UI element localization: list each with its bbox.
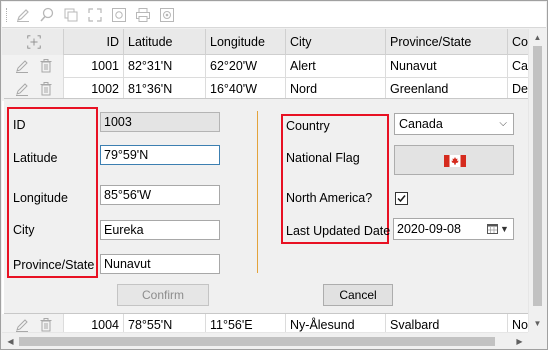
cell-id[interactable]: 1001 — [64, 55, 124, 78]
add-row-icon[interactable] — [26, 34, 42, 50]
delete-row-icon[interactable] — [38, 58, 54, 74]
horizontal-scroll-thumb[interactable] — [19, 337, 495, 346]
national-flag-button[interactable] — [394, 145, 514, 175]
scroll-left-icon[interactable]: ◀ — [2, 333, 19, 349]
column-header-id[interactable]: ID — [64, 29, 124, 55]
edit-form: ID 1003 Latitude 79°59'N Longitude 85°56… — [4, 98, 528, 314]
column-header-province[interactable]: Province/State — [386, 29, 508, 55]
label-latitude: Latitude — [13, 151, 58, 165]
chevron-down-icon: ⌵ — [499, 118, 507, 129]
scroll-right-icon[interactable]: ▶ — [511, 333, 528, 349]
label-north-america: North America? — [286, 191, 373, 205]
label-country: Country — [286, 119, 330, 133]
row-actions — [2, 55, 64, 78]
horizontal-scrollbar[interactable]: ◀ ▶ — [2, 332, 528, 349]
column-header-latitude[interactable]: Latitude — [124, 29, 206, 55]
copy-icon[interactable] — [62, 6, 80, 24]
label-longitude: Longitude — [13, 191, 68, 205]
column-header-country[interactable]: Co — [508, 29, 528, 55]
search-icon[interactable] — [38, 6, 56, 24]
cell-latitude[interactable]: 82°31'N — [124, 55, 206, 78]
label-province: Province/State — [13, 258, 95, 272]
edit-row-icon[interactable] — [14, 317, 30, 333]
edit-icon[interactable] — [14, 6, 32, 24]
delete-row-icon[interactable] — [38, 317, 54, 333]
export-icon[interactable] — [158, 6, 176, 24]
canada-flag-icon — [444, 155, 466, 167]
country-dropdown[interactable]: Canada ⌵ — [394, 113, 514, 135]
calendar-icon[interactable] — [487, 223, 498, 234]
delete-row-icon[interactable] — [38, 81, 54, 97]
checkmark-icon — [397, 195, 406, 203]
grid-header: ID Latitude Longitude City Province/Stat… — [2, 29, 528, 55]
scroll-down-icon[interactable]: ▼ — [529, 315, 546, 332]
table-row[interactable]: 1001 82°31'N 62°20'W Alert Nunavut Ca — [2, 55, 528, 78]
column-header-longitude[interactable]: Longitude — [206, 29, 286, 55]
chevron-down-icon[interactable]: ▼ — [500, 219, 509, 239]
latitude-field[interactable]: 79°59'N — [100, 145, 220, 165]
vertical-scrollbar[interactable]: ▲ ▼ — [528, 29, 545, 332]
province-field[interactable]: Nunavut — [100, 254, 220, 274]
label-id: ID — [13, 118, 26, 132]
edit-row-icon[interactable] — [14, 58, 30, 74]
label-national-flag: National Flag — [286, 151, 360, 165]
cancel-button[interactable]: Cancel — [323, 284, 393, 306]
app-window: ID Latitude Longitude City Province/Stat… — [0, 0, 548, 350]
cell-longitude[interactable]: 62°20'W — [206, 55, 286, 78]
fit-icon[interactable] — [86, 6, 104, 24]
cell-city[interactable]: Alert — [286, 55, 386, 78]
add-row-header[interactable] — [2, 29, 64, 55]
cell-province[interactable]: Nunavut — [386, 55, 508, 78]
column-header-city[interactable]: City — [286, 29, 386, 55]
label-last-updated: Last Updated Date — [286, 224, 391, 238]
cell-country[interactable]: Ca — [508, 55, 528, 78]
vertical-scroll-thumb[interactable] — [533, 46, 542, 306]
scroll-up-icon[interactable]: ▲ — [529, 29, 546, 46]
label-city: City — [13, 223, 35, 237]
edit-row-icon[interactable] — [14, 81, 30, 97]
country-value: Canada — [399, 117, 443, 131]
toolbar-grip[interactable] — [6, 8, 8, 22]
longitude-field[interactable]: 85°56'W — [100, 185, 220, 205]
snapshot-icon[interactable] — [110, 6, 128, 24]
confirm-button[interactable]: Confirm — [117, 284, 209, 306]
form-separator — [257, 111, 258, 273]
date-value: 2020-09-08 — [397, 222, 461, 236]
print-icon[interactable] — [134, 6, 152, 24]
north-america-checkbox[interactable] — [395, 192, 408, 205]
toolbar — [2, 2, 546, 28]
id-field: 1003 — [100, 112, 220, 132]
scrollbar-corner — [528, 332, 545, 349]
city-field[interactable]: Eureka — [100, 220, 220, 240]
last-updated-datepicker[interactable]: 2020-09-08 ▼ — [393, 218, 514, 240]
